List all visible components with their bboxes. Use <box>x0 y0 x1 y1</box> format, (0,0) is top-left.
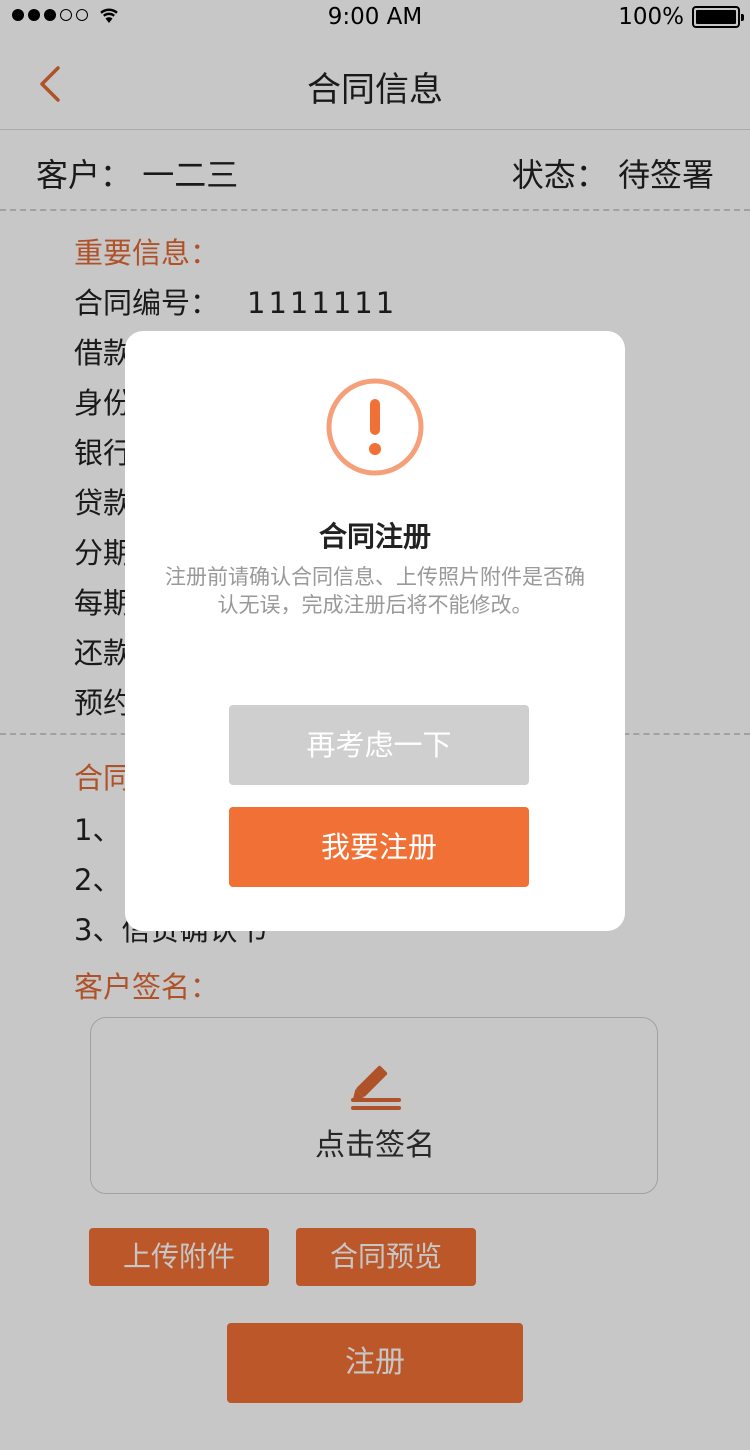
alert-icon <box>326 378 424 476</box>
register-confirm-dialog: 合同注册 注册前请确认合同信息、上传照片附件是否确认无误，完成注册后将不能修改。… <box>125 331 625 931</box>
dialog-message: 注册前请确认合同信息、上传照片附件是否确认无误，完成注册后将不能修改。 <box>165 565 585 617</box>
reconsider-button[interactable]: 再考虑一下 <box>229 705 529 785</box>
confirm-register-button[interactable]: 我要注册 <box>229 807 529 887</box>
dialog-title: 合同注册 <box>318 520 431 553</box>
